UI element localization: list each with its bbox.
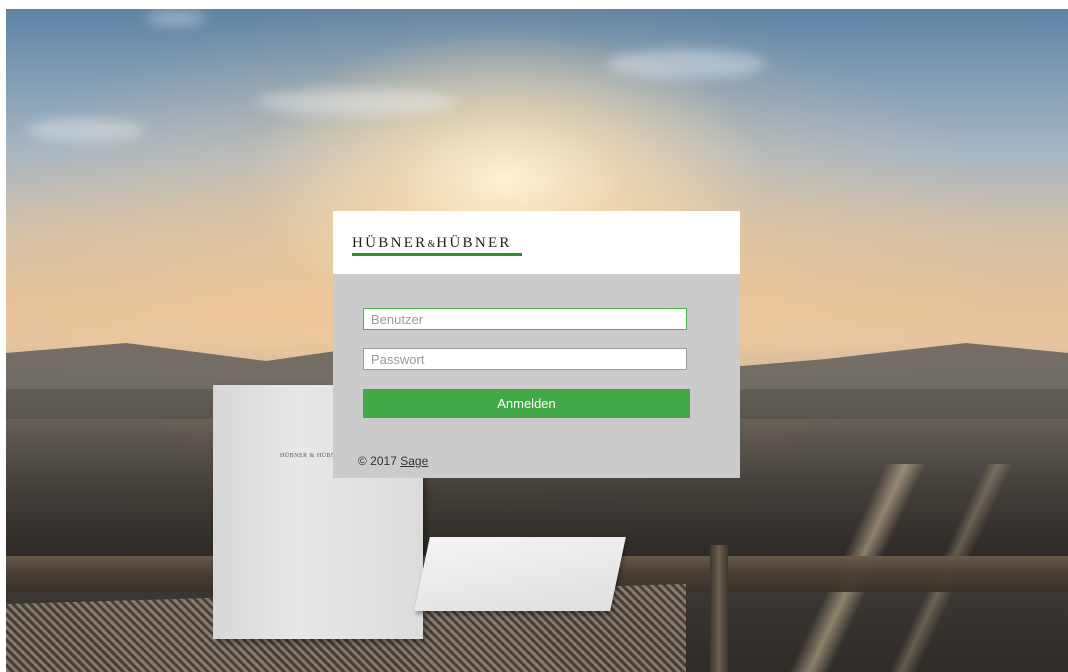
login-form: Anmelden © 2017 Sage [333,274,740,478]
paper-sheet [414,537,626,611]
username-input[interactable] [363,308,687,330]
brand-logo: HÜBNER&HÜBNER [352,235,512,252]
cloud-2 [26,119,146,141]
footer: © 2017 Sage [358,454,428,468]
password-input[interactable] [363,348,687,370]
rail-post [710,545,728,672]
cloud-1 [146,11,206,25]
brand-name-left: HÜBNER [352,235,428,251]
copyright-text: © 2017 [358,454,397,468]
page-frame: HÜBNER & HÜBNER HÜBNER&HÜBNER Anmelden ©… [6,9,1068,672]
login-button[interactable]: Anmelden [363,389,690,418]
brand-underline [352,253,522,256]
brand-name-right: HÜBNER [436,235,512,251]
login-header: HÜBNER&HÜBNER [333,211,740,274]
sage-link[interactable]: Sage [400,454,428,468]
cloud-4 [256,89,456,115]
brand-ampersand: & [427,239,437,250]
cloud-3 [606,49,766,79]
login-panel: HÜBNER&HÜBNER Anmelden © 2017 Sage [333,211,740,478]
